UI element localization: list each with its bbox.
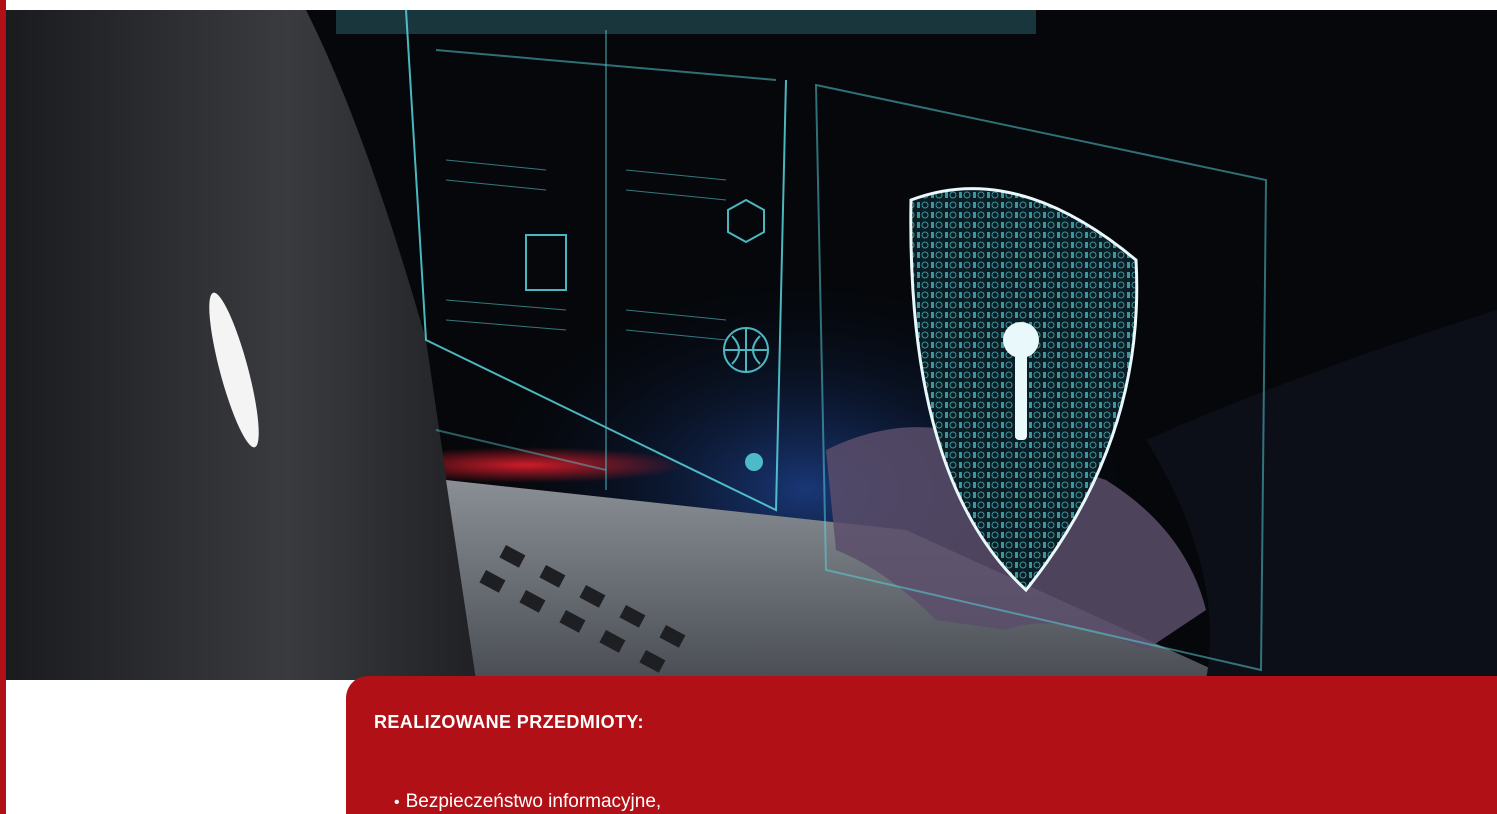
subjects-card: REALIZOWANE PRZEDMIOTY: Bezpieczeństwo i…	[346, 676, 1497, 814]
hero-image	[6, 10, 1497, 680]
list-item: Bezpieczeństwo informacyjne,	[394, 791, 662, 813]
page: REALIZOWANE PRZEDMIOTY: Bezpieczeństwo i…	[0, 0, 1497, 814]
card-title: REALIZOWANE PRZEDMIOTY:	[374, 712, 644, 732]
subject-list: Bezpieczeństwo informacyjne,	[394, 791, 662, 813]
